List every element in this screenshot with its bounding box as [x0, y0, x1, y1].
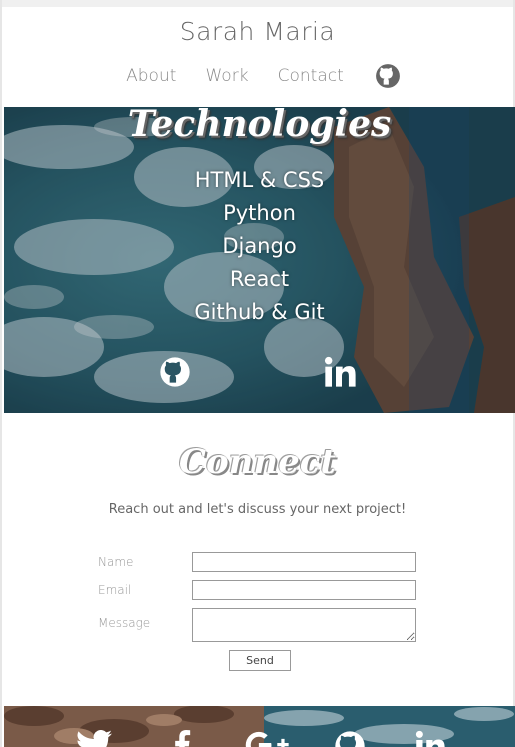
technologies-heading: Technologies: [127, 107, 392, 145]
nav-contact-link[interactable]: Contact: [278, 66, 344, 86]
tech-item: Python: [223, 201, 296, 225]
linkedin-icon[interactable]: [324, 356, 356, 388]
main-nav: About Work Contact: [2, 63, 513, 89]
email-input[interactable]: [192, 580, 416, 600]
technologies-list: HTML & CSS Python Django React Github & …: [4, 164, 515, 329]
site-header: Sarah Maria About Work Contact: [2, 7, 513, 105]
footer-social-bar: [4, 706, 515, 747]
name-input[interactable]: [192, 552, 416, 572]
connect-subtitle: Reach out and let's discuss your next pr…: [108, 502, 407, 517]
github-icon[interactable]: [334, 730, 366, 747]
top-bar: [2, 0, 513, 7]
page: Sarah Maria About Work Contact Technolog…: [0, 0, 515, 747]
twitter-icon[interactable]: [76, 730, 112, 747]
github-icon[interactable]: [375, 63, 401, 89]
tech-item: Django: [222, 234, 297, 258]
message-label: Message: [98, 616, 151, 630]
tech-item: HTML & CSS: [194, 168, 325, 192]
nav-work-link[interactable]: Work: [205, 66, 248, 86]
name-label: Name: [98, 555, 134, 569]
linkedin-icon[interactable]: [414, 730, 446, 747]
technologies-section: Technologies HTML & CSS Python Django Re…: [4, 107, 515, 413]
googleplus-icon[interactable]: [244, 730, 290, 747]
email-label: Email: [98, 583, 132, 597]
github-icon[interactable]: [159, 356, 191, 388]
nav-about-link[interactable]: About: [126, 66, 176, 86]
message-textarea[interactable]: [192, 608, 416, 642]
contact-form: Name Email Message Send: [98, 552, 428, 671]
send-button[interactable]: Send: [229, 650, 291, 671]
facebook-icon[interactable]: [172, 730, 192, 747]
brand-name[interactable]: Sarah Maria: [2, 7, 513, 46]
tech-item: Github & Git: [194, 300, 325, 324]
connect-heading: Connect: [178, 442, 337, 482]
tech-item: React: [229, 267, 290, 291]
connect-section: Connect Reach out and let's discuss your…: [2, 414, 513, 706]
